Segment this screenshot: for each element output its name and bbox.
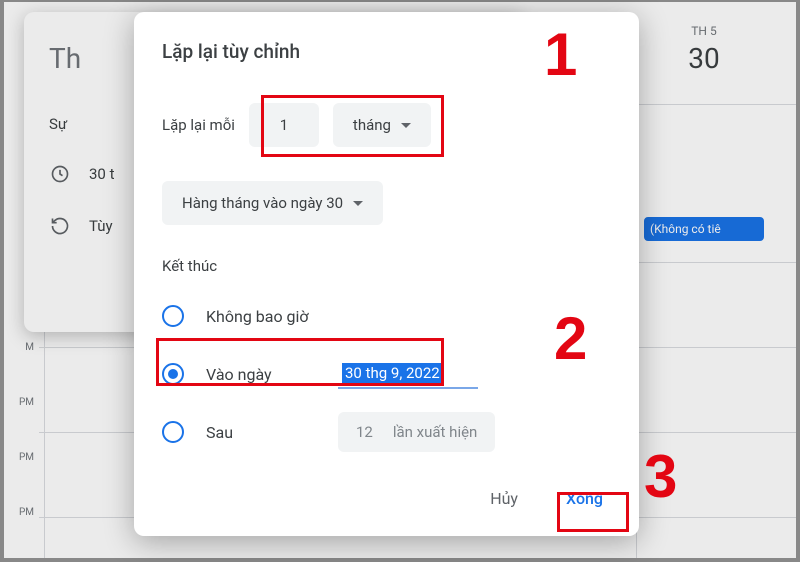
monthly-pattern-select[interactable]: Hàng tháng vào ngày 30 <box>162 181 383 225</box>
end-on-date-option[interactable]: Vào ngày 30 thg 9, 2022 <box>162 359 615 389</box>
end-date-input[interactable]: 30 thg 9, 2022 <box>338 359 478 389</box>
end-never-option[interactable]: Không bao giờ <box>162 301 615 331</box>
chevron-down-icon <box>353 201 363 206</box>
repeat-unit-value: tháng <box>353 116 391 134</box>
repeat-every-label: Lặp lại mỗi <box>162 116 235 134</box>
done-button[interactable]: Xong <box>554 481 615 516</box>
end-after-label: Sau <box>206 423 316 442</box>
chevron-down-icon <box>401 123 411 128</box>
monthly-pattern-value: Hàng tháng vào ngày 30 <box>182 194 343 212</box>
end-after-count-field[interactable]: 12 lần xuất hiện <box>338 412 495 452</box>
radio-icon <box>162 421 184 443</box>
custom-recurrence-dialog: Lặp lại tùy chỉnh Lặp lại mỗi 1 tháng Hà… <box>134 12 639 536</box>
end-after-count: 12 <box>356 423 373 441</box>
dialog-title: Lặp lại tùy chỉnh <box>162 40 615 63</box>
radio-icon <box>162 363 184 385</box>
repeat-unit-select[interactable]: tháng <box>333 103 431 147</box>
end-after-suffix: lần xuất hiện <box>393 423 477 441</box>
repeat-count-input[interactable]: 1 <box>249 103 319 147</box>
end-never-label: Không bao giờ <box>206 307 309 326</box>
end-after-option[interactable]: Sau 12 lần xuất hiện <box>162 417 615 447</box>
radio-icon <box>162 305 184 327</box>
cancel-button[interactable]: Hủy <box>478 481 530 516</box>
end-on-date-label: Vào ngày <box>206 365 316 384</box>
ends-section-label: Kết thúc <box>162 257 615 275</box>
end-date-value: 30 thg 9, 2022 <box>342 363 443 383</box>
